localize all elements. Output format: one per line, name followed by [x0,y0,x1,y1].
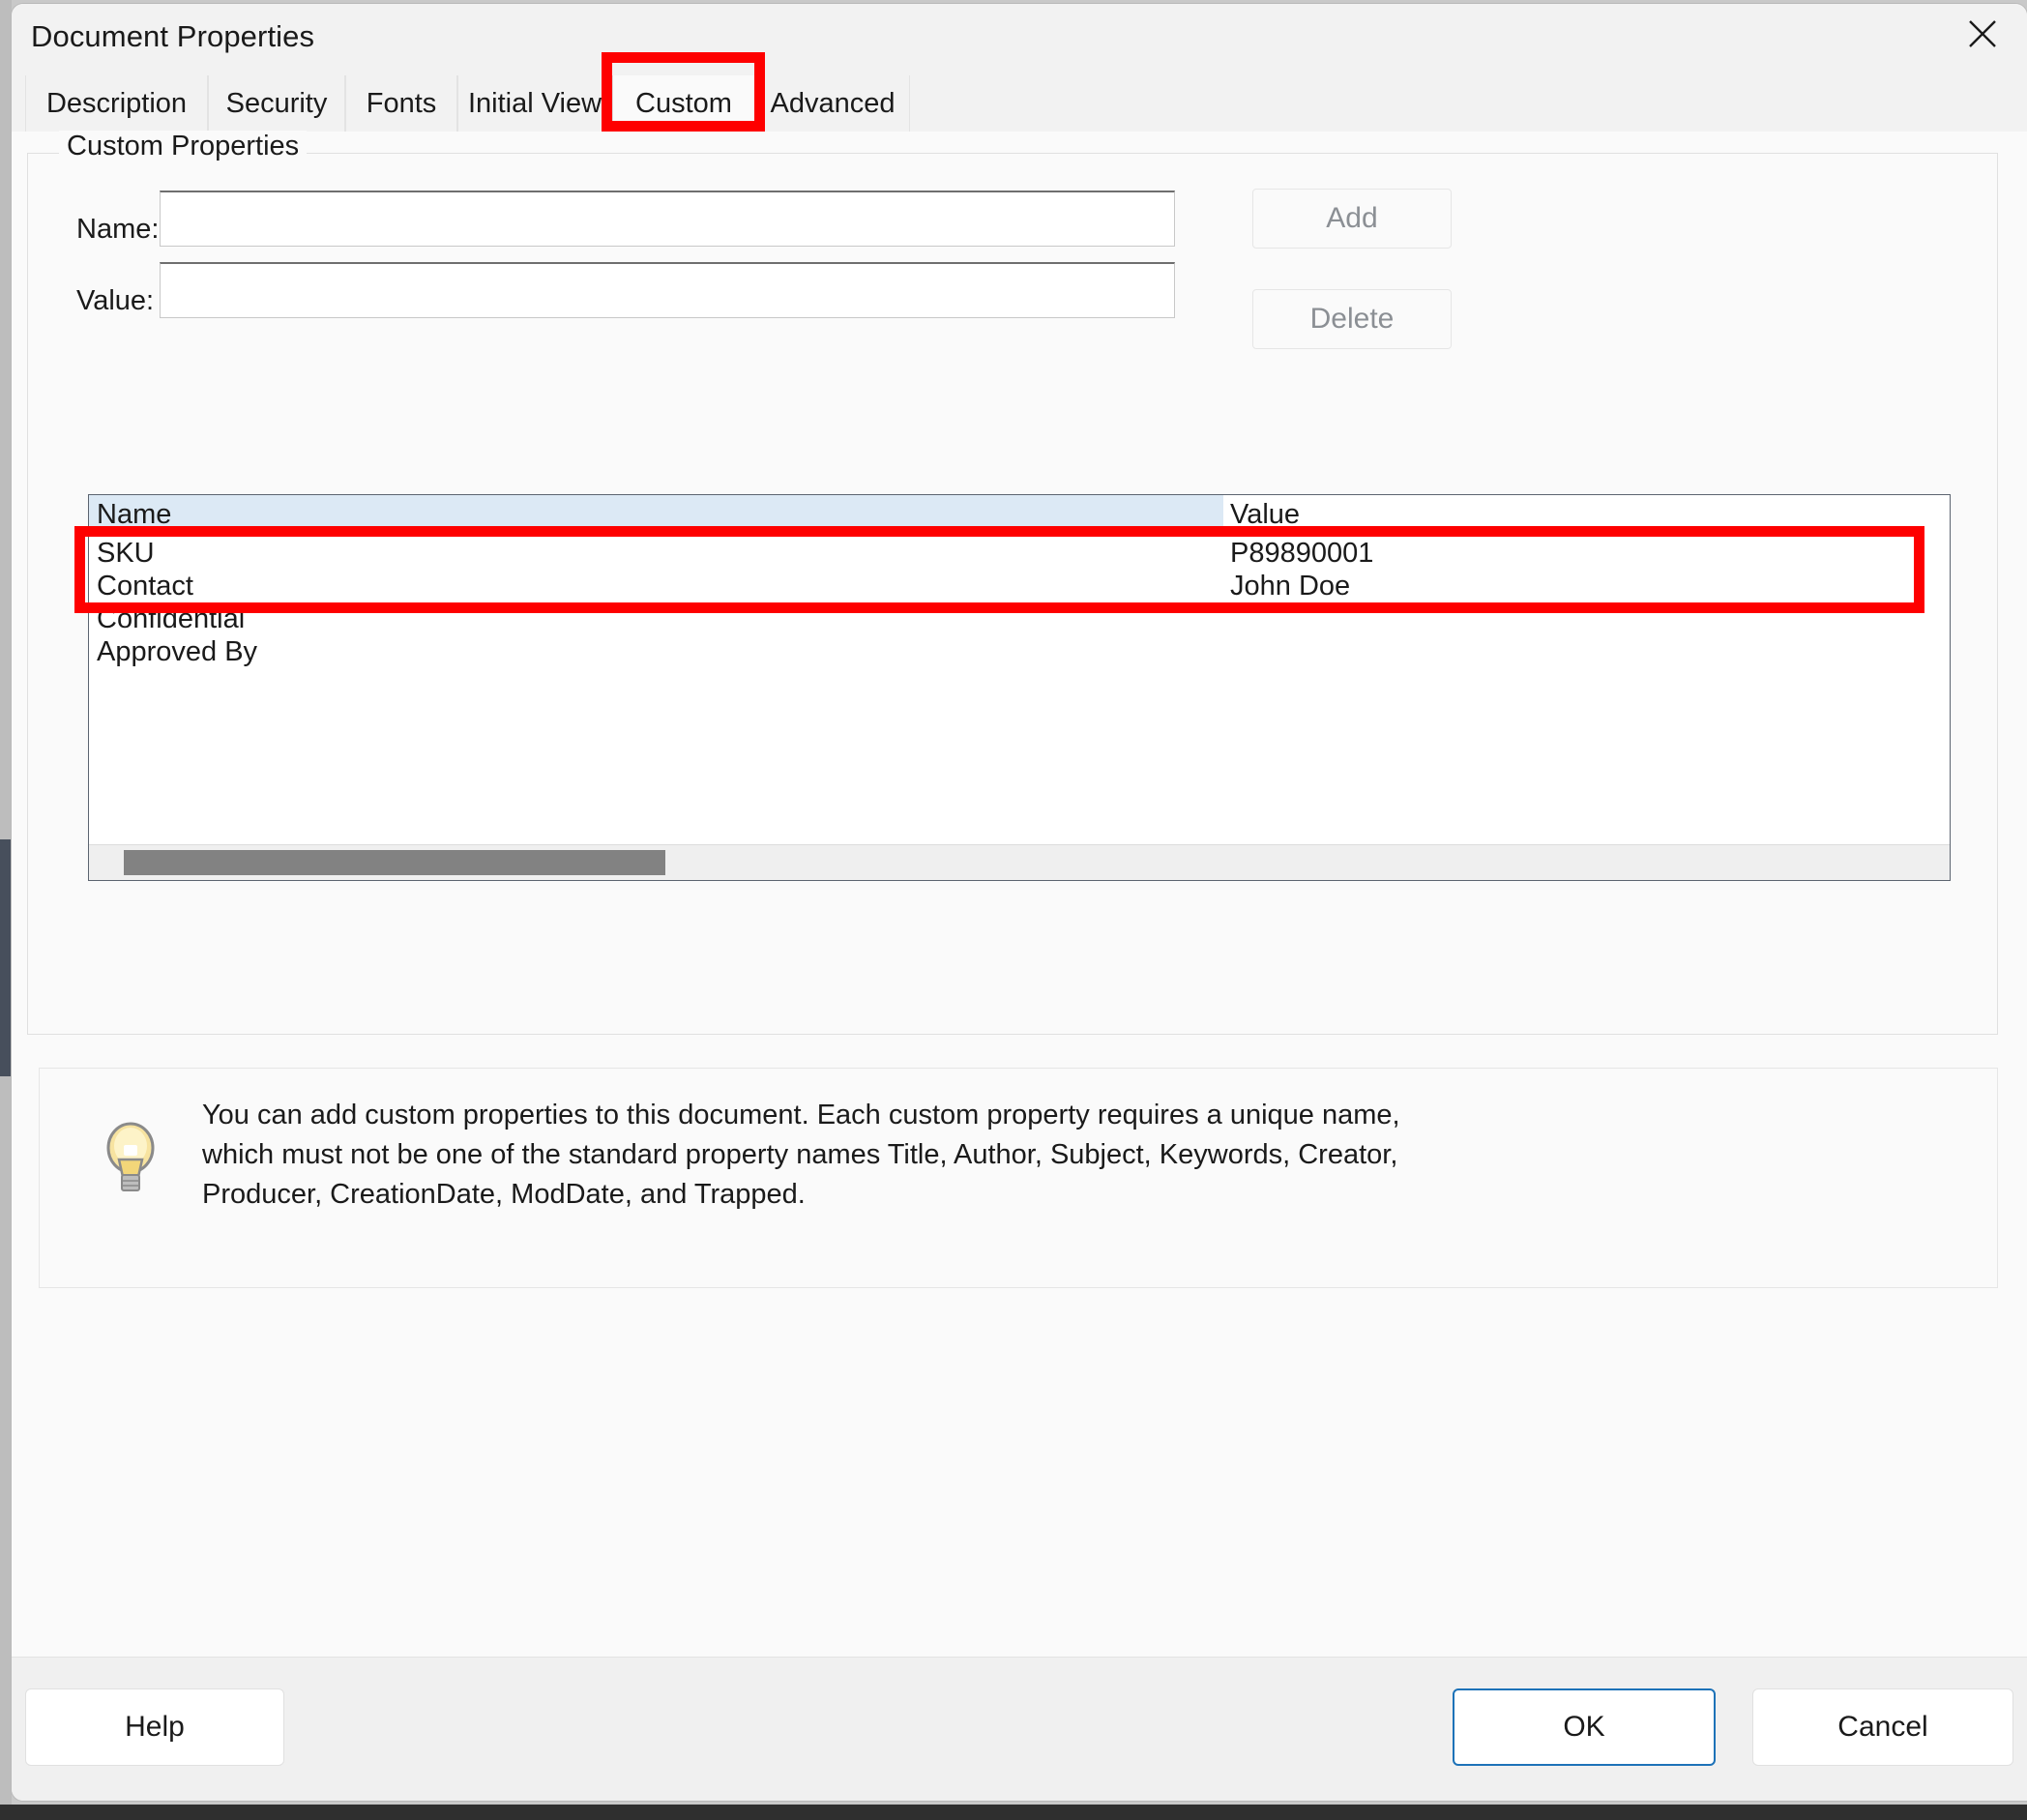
tab-label: Security [225,87,328,119]
table-row[interactable]: Contact John Doe [89,571,1950,603]
custom-tab-page: Custom Properties Name: Value: Add Delet… [12,131,2027,1727]
dialog-footer: Help OK Cancel [12,1657,2027,1801]
dialog-title: Document Properties [31,19,315,53]
tab-label: Custom [635,87,732,119]
tab-label: Initial View [467,87,602,119]
document-properties-dialog: Document Properties Description Security… [12,4,2027,1801]
name-input[interactable] [160,191,1175,247]
groupbox-legend: Custom Properties [59,131,308,162]
row-value: John Doe [1230,571,1351,602]
list-horizontal-scrollbar[interactable] [89,844,1950,880]
tab-label: Description [45,87,188,119]
list-header-name-cell[interactable] [89,495,1223,534]
tab-strip: Description Security Fonts Initial View … [12,75,2027,132]
tab-custom[interactable]: Custom [612,75,755,132]
row-name: Confidential [97,603,246,634]
ok-button-label: OK [1563,1711,1605,1743]
table-row[interactable]: Approved By [89,636,1950,669]
column-header-name[interactable]: Name [97,499,171,531]
desktop-background: Document Properties Description Security… [0,0,2027,1820]
name-field-label: Name: [76,214,160,245]
ok-button[interactable]: OK [1453,1688,1716,1766]
custom-properties-groupbox: Custom Properties Name: Value: Add Delet… [27,131,1998,1035]
row-name: Approved By [97,636,258,667]
add-button-label: Add [1326,202,1378,234]
dialog-titlebar: Document Properties [12,4,2027,75]
row-name: SKU [97,538,155,569]
add-button[interactable]: Add [1252,189,1452,249]
tab-label: Fonts [366,87,437,119]
table-row[interactable]: SKU P89890001 [89,538,1950,571]
host-vertical-scrollbar-thumb[interactable] [0,839,12,1076]
hint-panel: You can add custom properties to this do… [39,1068,1998,1288]
delete-button-label: Delete [1309,303,1395,335]
tab-fonts[interactable]: Fonts [345,75,457,132]
lightbulb-icon [106,1122,155,1191]
list-header-row: Name Value [89,495,1950,534]
help-button-label: Help [125,1711,185,1743]
row-value: P89890001 [1230,538,1374,569]
cancel-button[interactable]: Cancel [1752,1688,2013,1766]
hint-text: You can add custom properties to this do… [202,1100,1400,1210]
host-vertical-scrollbar[interactable] [0,0,12,1805]
list-horizontal-scrollbar-thumb[interactable] [124,850,665,875]
close-button[interactable] [1946,4,2019,64]
help-button[interactable]: Help [25,1688,284,1766]
tab-initial-view[interactable]: Initial View [457,75,612,132]
custom-properties-list[interactable]: Name Value SKU P89890001 Contact John Do… [88,494,1951,881]
value-field-label: Value: [76,285,155,316]
close-icon [1969,20,1996,47]
tab-label: Advanced [770,87,896,119]
row-name: Contact [97,571,193,602]
column-header-value[interactable]: Value [1230,499,1300,531]
tab-description[interactable]: Description [25,75,208,132]
cancel-button-label: Cancel [1837,1711,1928,1743]
delete-button[interactable]: Delete [1252,289,1452,349]
tab-advanced[interactable]: Advanced [755,75,910,132]
table-row[interactable]: Confidential [89,603,1950,636]
value-input[interactable] [160,262,1175,318]
tab-security[interactable]: Security [208,75,345,132]
